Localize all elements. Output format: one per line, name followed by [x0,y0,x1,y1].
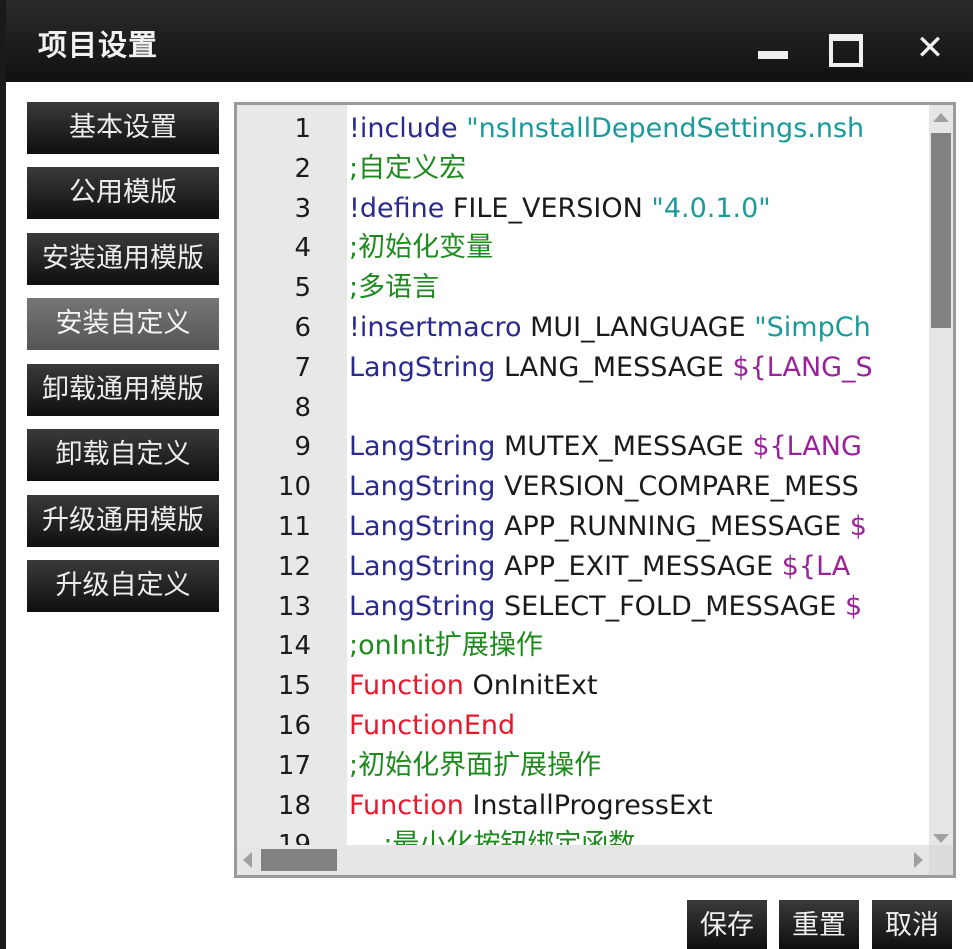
code-text-area[interactable]: !include "nsInstallDependSettings.nsh ;自定… [347,105,929,851]
title-bar[interactable]: 项目设置 ✕ [6,0,973,82]
code-token: LangString [349,431,504,463]
code-token: ${LANG [752,431,862,463]
vertical-scroll-thumb[interactable] [931,133,951,328]
code-token: APP_EXIT_MESSAGE [504,550,782,582]
line-number: 6 [294,313,311,343]
code-line[interactable]: LangString APP_RUNNING_MESSAGE $ [349,507,867,547]
code-token: FILE_VERSION [452,192,652,224]
sidebar-item-uninstall-custom[interactable]: 卸载自定义 [27,429,219,481]
code-token: LANG_MESSAGE [504,351,733,383]
code-token: LangString [349,351,504,383]
line-number: 9 [294,432,311,463]
code-token: LangString [349,471,504,503]
scroll-right-arrow-icon[interactable] [914,852,923,868]
code-token: Function [349,670,473,702]
line-number-gutter: 12345678910111213141516171819 [237,105,347,860]
code-token: "4.0.1.0" [651,192,771,224]
code-token: MUI_LANGUAGE [530,312,755,343]
code-token: LangString [349,511,504,542]
sidebar-item-install-custom[interactable]: 安装自定义 [27,298,219,350]
code-line[interactable]: LangString SELECT_FOLD_MESSAGE $ [349,587,862,627]
code-line[interactable]: Function OnInitExt [349,666,598,706]
code-line[interactable]: ;初始化界面扩展操作 [349,746,601,786]
line-number: 1 [294,114,311,144]
code-token: ;初始化变量 [349,232,494,264]
code-token: !insertmacro [349,312,531,343]
code-token: ;多语言 [349,272,440,304]
code-line[interactable]: ;onInit扩展操作 [349,626,543,666]
scroll-left-arrow-icon[interactable] [243,852,252,868]
code-token: LangString [349,550,504,582]
code-token: APP_RUNNING_MESSAGE [504,511,850,542]
code-token: InstallProgressExt [472,789,713,821]
line-number: 8 [294,392,311,423]
cancel-button[interactable]: 取消 [872,900,952,949]
code-token: FunctionEnd [349,710,516,741]
line-number: 17 [277,750,311,781]
line-number: 15 [277,671,311,702]
code-token: ;自定义宏 [349,152,467,184]
sidebar-item-common-template[interactable]: 公用模版 [27,167,219,219]
code-editor[interactable]: 12345678910111213141516171819 !include "… [234,102,956,878]
code-token: OnInitExt [472,670,598,702]
line-number: 18 [277,790,311,821]
code-line[interactable]: ;多语言 [349,268,439,308]
line-number: 5 [294,273,311,304]
sidebar-item-install-template[interactable]: 安装通用模版 [27,233,219,285]
sidebar-item-basic-settings[interactable]: 基本设置 [27,102,219,154]
code-token: MUTEX_MESSAGE [504,431,753,463]
code-token: SELECT_FOLD_MESSAGE [504,590,845,622]
code-line[interactable]: LangString LANG_MESSAGE ${LANG_S [349,348,873,388]
scroll-down-arrow-icon[interactable] [933,834,949,843]
code-line[interactable]: Function InstallProgressExt [349,786,713,826]
line-number: 13 [277,591,311,622]
code-token: !include [349,113,467,144]
code-token: LangString [349,590,504,622]
line-number: 14 [277,631,311,662]
sidebar-item-upgrade-custom[interactable]: 升级自定义 [27,560,219,612]
code-line[interactable]: LangString APP_EXIT_MESSAGE ${LA [349,547,850,587]
code-line[interactable]: LangString MUTEX_MESSAGE ${LANG [349,427,862,467]
code-line[interactable]: !insertmacro MUI_LANGUAGE "SimpCh [349,308,871,348]
line-number: 4 [294,233,311,264]
line-number: 2 [294,153,311,184]
horizontal-scroll-thumb[interactable] [261,849,337,871]
line-number: 11 [277,512,311,542]
line-number: 12 [277,551,311,582]
code-token: $ [849,511,867,542]
close-icon[interactable]: ✕ [910,28,950,68]
code-token: "SimpCh [754,312,871,343]
code-token: !define [349,192,453,224]
line-number: 7 [294,352,311,383]
scrollbar-corner [929,845,953,875]
window-title: 项目设置 [38,28,159,62]
line-number: 3 [294,193,311,224]
code-token: ${LA [781,550,851,582]
minimize-icon[interactable] [752,28,792,68]
line-number: 10 [277,472,311,503]
sidebar-item-upgrade-template[interactable]: 升级通用模版 [27,495,219,547]
code-line[interactable]: ;自定义宏 [349,149,466,189]
code-token: ;onInit扩展操作 [349,630,543,662]
code-token: $ [844,590,863,622]
code-line[interactable]: ;初始化变量 [349,228,493,268]
code-line[interactable]: LangString VERSION_COMPARE_MESS [349,467,859,507]
code-token: Function [349,789,473,821]
code-line[interactable]: !define FILE_VERSION "4.0.1.0" [349,189,771,229]
code-token: "nsInstallDependSettings.nsh [466,113,865,144]
horizontal-scrollbar[interactable] [237,845,929,875]
code-token: ;初始化界面扩展操作 [349,749,602,781]
scroll-up-arrow-icon[interactable] [933,113,949,122]
reset-button[interactable]: 重置 [779,900,859,949]
code-token: ${LANG_S [732,351,873,383]
save-button[interactable]: 保存 [687,900,767,949]
maximize-icon[interactable] [826,28,866,68]
code-line[interactable]: !include "nsInstallDependSettings.nsh [349,109,864,149]
code-token: VERSION_COMPARE_MESS [504,471,859,503]
project-settings-window: 项目设置 ✕ 基本设置 公用模版 安装通用模版 安装自定义 卸载通用模版 卸载自… [6,0,973,949]
code-line[interactable]: FunctionEnd [349,706,515,746]
sidebar-item-uninstall-template[interactable]: 卸载通用模版 [27,364,219,416]
vertical-scrollbar[interactable] [929,105,953,851]
line-number: 16 [277,711,311,741]
